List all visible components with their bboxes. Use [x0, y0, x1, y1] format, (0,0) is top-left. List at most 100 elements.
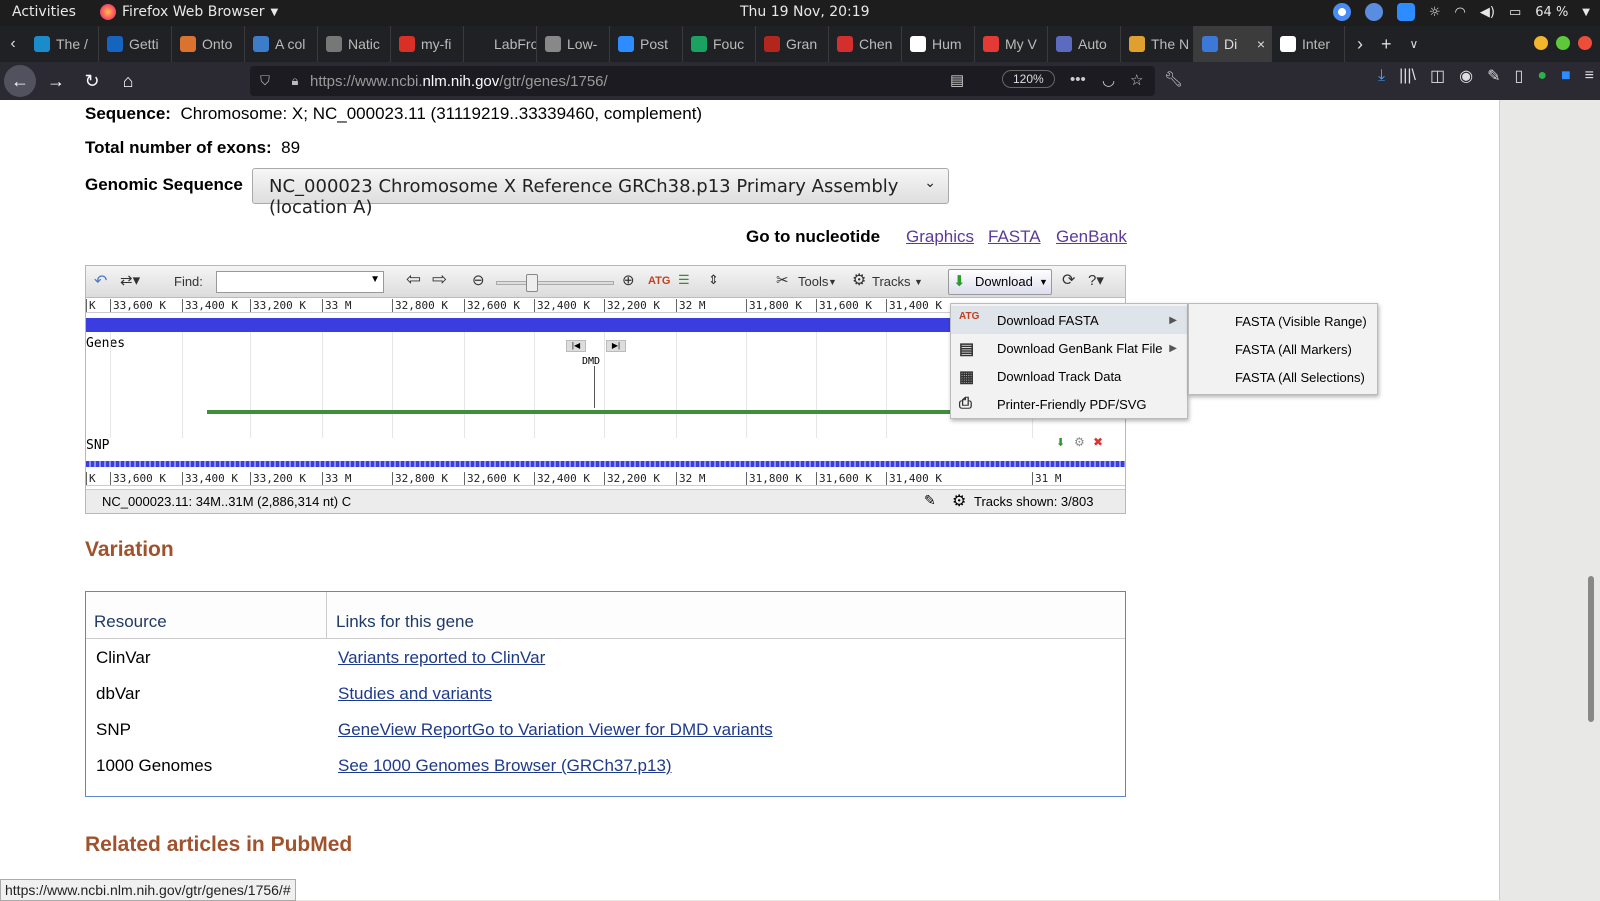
- new-tab-icon[interactable]: +: [1381, 34, 1392, 55]
- tab-14[interactable]: Auto: [1048, 26, 1121, 62]
- tab-0[interactable]: The /: [26, 26, 99, 62]
- lock-icon[interactable]: 🔒︎: [280, 73, 310, 89]
- brightness-icon[interactable]: ☼: [1429, 5, 1441, 20]
- tracks-color-icon[interactable]: ☰: [678, 272, 690, 288]
- tab-3[interactable]: A col: [245, 26, 318, 62]
- pocket-icon[interactable]: ◡: [1102, 71, 1115, 89]
- tab-17[interactable]: Inter: [1272, 26, 1345, 62]
- graphics-link[interactable]: Graphics: [906, 227, 974, 247]
- tools-menu[interactable]: Tools: [798, 274, 828, 289]
- fit-icon[interactable]: ⇕: [708, 272, 719, 288]
- resource-link[interactable]: Studies and variants: [338, 684, 492, 704]
- snp-close-icon[interactable]: ✖: [1093, 435, 1103, 449]
- chevron-down-icon[interactable]: ▼: [370, 274, 380, 285]
- extension-green-icon[interactable]: ●: [1537, 67, 1547, 85]
- genbank-link[interactable]: GenBank: [1056, 227, 1127, 247]
- tab-1[interactable]: Getti: [99, 26, 172, 62]
- zoom-slider-handle[interactable]: [526, 274, 538, 292]
- tab-10[interactable]: Gran: [756, 26, 829, 62]
- pan-left-icon[interactable]: ⇦: [406, 269, 421, 290]
- tab-scroll-left-icon[interactable]: ‹: [0, 26, 26, 62]
- zoom-ext-icon[interactable]: ■: [1561, 67, 1571, 85]
- help-icon[interactable]: ?▾: [1088, 271, 1104, 289]
- home-button[interactable]: ⌂: [112, 65, 144, 97]
- forward-button[interactable]: →: [40, 65, 72, 97]
- clock[interactable]: Thu 19 Nov, 20:19: [740, 4, 870, 20]
- edit-icon[interactable]: ✎: [924, 492, 936, 509]
- snp-download-icon[interactable]: ⬇: [1056, 436, 1065, 449]
- download-menu-button[interactable]: ⬇ Download ▼: [948, 269, 1052, 295]
- pan-right-icon[interactable]: ⇨: [432, 269, 447, 290]
- app-menu[interactable]: Firefox Web Browser ▼: [100, 4, 278, 20]
- tab-close-icon[interactable]: ×: [1257, 36, 1265, 52]
- page-scrollbar[interactable]: [1588, 576, 1594, 722]
- tools-icon[interactable]: ✂: [776, 271, 789, 289]
- bookmark-star-icon[interactable]: ☆: [1130, 71, 1143, 89]
- close-button[interactable]: [1578, 36, 1592, 50]
- sidebar-icon[interactable]: ◫: [1430, 66, 1445, 86]
- minimize-button[interactable]: [1534, 36, 1548, 50]
- tab-7[interactable]: Low-: [537, 26, 610, 62]
- list-tabs-icon[interactable]: ∨: [1410, 37, 1419, 51]
- wifi-icon[interactable]: ◠: [1455, 5, 1466, 20]
- genomic-sequence-select[interactable]: NC_000023 Chromosome X Reference GRCh38.…: [252, 168, 949, 218]
- url-bar[interactable]: ⛉ 🔒︎ https://www.ncbi.nlm.nih.gov/gtr/ge…: [250, 66, 1155, 96]
- reader-view-icon[interactable]: ▤: [950, 71, 964, 89]
- download-arrow-icon[interactable]: ⤓: [1378, 67, 1385, 85]
- activities-button[interactable]: Activities: [12, 4, 76, 20]
- tab-15[interactable]: The N: [1121, 26, 1194, 62]
- menu-item-file[interactable]: ▤ Download GenBank Flat File ▶: [951, 334, 1187, 362]
- refresh-icon[interactable]: ⟳: [1062, 270, 1075, 290]
- gene-nav-left-icon[interactable]: |◀: [566, 340, 586, 352]
- tab-scroll-right-icon[interactable]: ›: [1357, 34, 1363, 55]
- menu-item-printer[interactable]: ⎙ Printer-Friendly PDF/SVG: [951, 390, 1187, 418]
- gene-feature-dmd[interactable]: [207, 410, 1007, 414]
- document-icon[interactable]: ▯: [1515, 66, 1524, 86]
- gear-icon[interactable]: ⚙: [952, 491, 966, 511]
- resource-link[interactable]: GeneView ReportGo to Variation Viewer fo…: [338, 720, 773, 740]
- tab-5[interactable]: my-fi: [391, 26, 464, 62]
- url-text[interactable]: https://www.ncbi.nlm.nih.gov/gtr/genes/1…: [310, 73, 608, 90]
- tab-13[interactable]: My V: [975, 26, 1048, 62]
- volume-icon[interactable]: ◀): [1480, 5, 1495, 20]
- zoom-icon[interactable]: [1396, 3, 1415, 21]
- wrench-icon[interactable]: 🔧︎: [1164, 70, 1183, 88]
- resource-link[interactable]: Variants reported to ClinVar: [338, 648, 545, 668]
- notification-icon[interactable]: [1364, 3, 1383, 21]
- tab-2[interactable]: Onto: [172, 26, 245, 62]
- zoom-level[interactable]: 120%: [1002, 70, 1055, 88]
- find-input[interactable]: ▼: [216, 271, 384, 293]
- gene-nav-right-icon[interactable]: ▶|: [606, 340, 626, 352]
- zoom-in-icon[interactable]: ⊕: [622, 271, 635, 289]
- fasta-link[interactable]: FASTA: [988, 227, 1041, 247]
- tracks-menu[interactable]: Tracks: [872, 274, 911, 289]
- submenu-item[interactable]: FASTA (Visible Range): [1235, 307, 1367, 335]
- tab-9[interactable]: Fouc: [683, 26, 756, 62]
- menu-item-table[interactable]: ▦ Download Track Data: [951, 362, 1187, 390]
- page-actions-icon[interactable]: •••: [1070, 71, 1086, 88]
- gene-label-dmd[interactable]: DMD: [582, 356, 600, 367]
- back-button[interactable]: ←: [4, 65, 36, 97]
- extension-pin-icon[interactable]: ✎: [1487, 66, 1500, 86]
- zoom-slider[interactable]: [496, 281, 614, 285]
- tab-12[interactable]: Hum: [902, 26, 975, 62]
- tab-8[interactable]: Post: [610, 26, 683, 62]
- submenu-item[interactable]: FASTA (All Markers): [1235, 335, 1352, 363]
- tab-6[interactable]: LabFron: [464, 26, 537, 62]
- tab-4[interactable]: Natic: [318, 26, 391, 62]
- maximize-button[interactable]: [1556, 36, 1570, 50]
- snp-settings-icon[interactable]: ⚙: [1074, 435, 1085, 449]
- reload-view-icon[interactable]: ⇄▾: [120, 271, 140, 289]
- account-icon[interactable]: ◉: [1459, 66, 1473, 86]
- library-icon[interactable]: |||\: [1399, 67, 1416, 85]
- gear-icon[interactable]: ⚙: [852, 270, 866, 290]
- chrome-icon[interactable]: [1332, 3, 1351, 21]
- resource-link[interactable]: See 1000 Genomes Browser (GRCh37.p13): [338, 756, 672, 776]
- battery-icon[interactable]: ▭: [1509, 5, 1521, 20]
- menu-item-fasta[interactable]: ATG Download FASTA ▶: [951, 306, 1187, 334]
- snp-density-band[interactable]: [86, 461, 1125, 467]
- system-tray[interactable]: ☼ ◠ ◀) ▭ 64 % ▼: [1332, 3, 1590, 21]
- shield-icon[interactable]: ⛉: [250, 73, 280, 89]
- tab-11[interactable]: Chen: [829, 26, 902, 62]
- zoom-out-icon[interactable]: ⊖: [472, 271, 485, 289]
